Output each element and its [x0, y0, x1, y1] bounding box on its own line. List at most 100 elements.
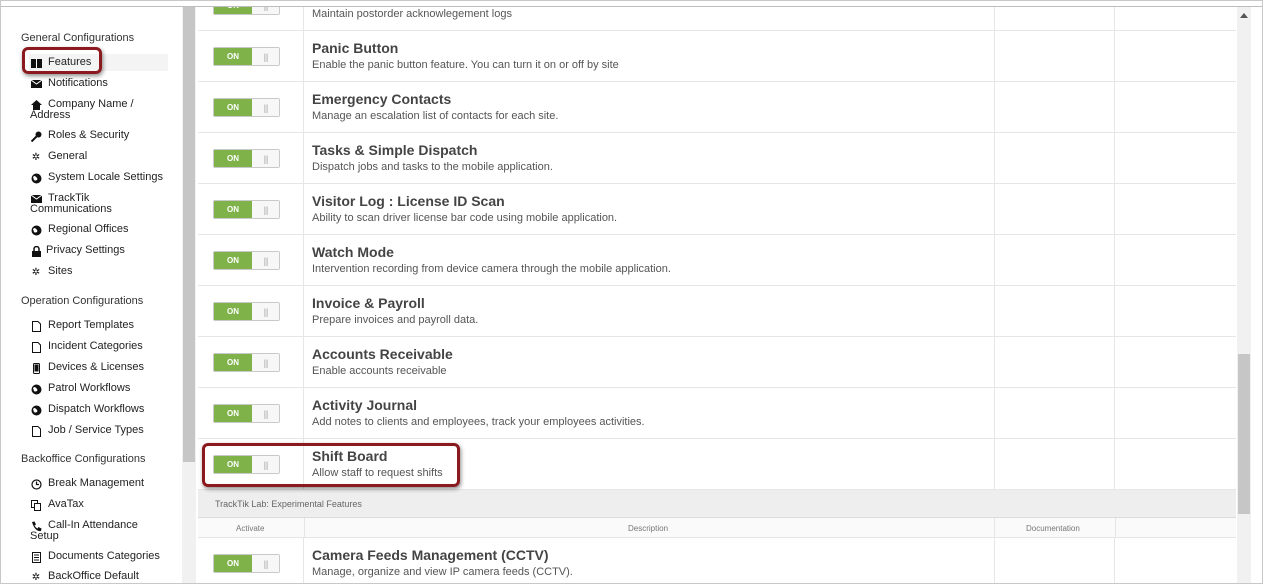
- emergency-contacts-toggle[interactable]: ON |||: [213, 98, 280, 117]
- sidebar-item-devices-licenses[interactable]: Devices & Licenses: [29, 361, 168, 374]
- activate-cell: ON|||: [198, 184, 304, 234]
- invoice-payroll-toggle[interactable]: ON |||: [213, 302, 280, 321]
- documentation-cell: [994, 235, 1115, 285]
- main-scrollbar-thumb[interactable]: [1238, 354, 1250, 514]
- feature-title: Emergency Contacts: [312, 91, 452, 107]
- camera-feeds-toggle[interactable]: ON |||: [213, 554, 280, 573]
- toggle-knob: |||: [252, 252, 279, 269]
- watch-mode-toggle[interactable]: ON |||: [213, 251, 280, 270]
- activate-cell: ON|||: [198, 388, 304, 438]
- lab-section-header: TrackTik Lab: Experimental Features: [198, 490, 1236, 518]
- activate-cell: ON|||: [198, 337, 304, 387]
- sidebar-item-privacy-settings[interactable]: Privacy Settings: [29, 245, 168, 257]
- home-icon: [30, 99, 42, 111]
- table-row: ON ||| Emergency Contacts Manage an escal…: [198, 82, 1236, 133]
- tasks-dispatch-toggle[interactable]: ON |||: [213, 149, 280, 168]
- envelope-icon: [30, 78, 42, 90]
- sidebar-item-general[interactable]: ✲ General: [29, 151, 168, 163]
- feature-description: Enable the panic button feature. You can…: [312, 59, 619, 71]
- toggle-on-label: ON: [214, 303, 252, 320]
- toggle-on-label: ON: [214, 99, 252, 116]
- toggle-knob: |||: [252, 405, 279, 422]
- documentation-cell: [994, 286, 1115, 336]
- highlight-shift-board: [202, 443, 460, 487]
- sidebar-item-label: BackOffice Default: [48, 570, 139, 582]
- sidebar-item-job-service-types[interactable]: Job / Service Types: [29, 425, 168, 437]
- sidebar-item-backoffice-default[interactable]: ✲ BackOffice Default: [29, 570, 168, 583]
- feature-description: Maintain postorder acknowlegement logs: [312, 8, 512, 20]
- sidebar-item-patrol-workflows[interactable]: Patrol Workflows: [29, 383, 168, 394]
- activate-cell: ON|||: [198, 133, 304, 183]
- features-table: ON||| Maintain postorder acknowlegement …: [198, 7, 1236, 583]
- activate-cell: ON|||: [198, 235, 304, 285]
- toggle-knob: |||: [252, 201, 279, 218]
- scroll-up-arrow-icon[interactable]: [1240, 13, 1248, 18]
- app-window: General Configurations Features Notifica…: [0, 0, 1263, 584]
- feature-description: Dispatch jobs and tasks to the mobile ap…: [312, 161, 553, 173]
- sidebar-item-call-in-attendance[interactable]: Call-In Attendance Setup: [29, 520, 168, 542]
- sidebar: General Configurations Features Notifica…: [2, 7, 182, 583]
- sidebar-item-label-line2: Communications: [30, 203, 112, 215]
- section-title-backoffice: Backoffice Configurations: [21, 453, 146, 465]
- sidebar-item-roles-security[interactable]: Roles & Security: [29, 130, 168, 142]
- activity-journal-toggle[interactable]: ON |||: [213, 404, 280, 423]
- sidebar-item-company-name[interactable]: Company Name / Address: [29, 99, 168, 121]
- sidebar-item-tracktik-communications[interactable]: TrackTik Communications: [29, 193, 168, 215]
- document-icon: [30, 425, 42, 437]
- sidebar-item-sites[interactable]: ✲ Sites: [29, 266, 168, 278]
- sidebar-item-label: Dispatch Workflows: [48, 403, 145, 415]
- activate-cell: ON|||: [198, 7, 304, 30]
- sidebar-item-label: Devices & Licenses: [48, 361, 144, 373]
- feature-title: Watch Mode: [312, 244, 394, 260]
- sidebar-item-dispatch-workflows[interactable]: Dispatch Workflows: [29, 404, 168, 415]
- visitor-log-toggle[interactable]: ON |||: [213, 200, 280, 219]
- feature-title: Tasks & Simple Dispatch: [312, 142, 478, 158]
- sidebar-item-label-line2: Address: [30, 109, 71, 121]
- document-icon: [30, 320, 42, 332]
- documentation-cell: [994, 538, 1115, 583]
- feature-description: Enable accounts receivable: [312, 365, 447, 377]
- sidebar-item-label: Regional Offices: [48, 223, 129, 235]
- feature-title: Panic Button: [312, 40, 399, 56]
- table-row: ON ||| Invoice & Payroll Prepare invoices…: [198, 286, 1236, 337]
- activate-cell: ON|||: [198, 82, 304, 132]
- sidebar-item-label: AvaTax: [48, 498, 84, 510]
- feature-toggle[interactable]: ON|||: [213, 7, 280, 15]
- column-divider: [994, 518, 995, 538]
- sidebar-item-avatax[interactable]: AvaTax: [29, 498, 168, 511]
- copy-icon: [30, 499, 42, 511]
- sidebar-item-label: Patrol Workflows: [48, 382, 131, 394]
- column-divider: [304, 518, 305, 538]
- feature-title: Accounts Receivable: [312, 346, 453, 362]
- toggle-on-label: ON: [214, 150, 252, 167]
- sidebar-item-documents-categories[interactable]: Documents Categories: [29, 551, 168, 563]
- sidebar-item-regional-offices[interactable]: Regional Offices: [29, 224, 168, 235]
- sidebar-item-notifications[interactable]: Notifications: [29, 78, 168, 89]
- feature-description: Prepare invoices and payroll data.: [312, 314, 479, 326]
- sidebar-item-label: System Locale Settings: [48, 171, 163, 183]
- lab-section-title: TrackTik Lab: Experimental Features: [215, 499, 362, 509]
- toggle-knob: |||: [252, 354, 279, 371]
- toggle-knob: |||: [252, 99, 279, 116]
- globe-icon: [30, 404, 42, 416]
- documentation-cell: [994, 439, 1115, 489]
- sidebar-item-report-templates[interactable]: Report Templates: [29, 320, 168, 332]
- phone-icon: [30, 520, 42, 532]
- feature-description: Add notes to clients and employees, trac…: [312, 416, 645, 428]
- panic-button-toggle[interactable]: ON |||: [213, 47, 280, 66]
- toggle-on-label: ON: [214, 354, 252, 371]
- globe-icon: [30, 383, 42, 395]
- activate-cell: ON|||: [198, 31, 304, 81]
- lock-icon: [30, 245, 42, 257]
- globe-icon: [30, 224, 42, 236]
- accounts-receivable-toggle[interactable]: ON |||: [213, 353, 280, 372]
- gear-icon: ✲: [31, 266, 41, 278]
- feature-description: Manage, organize and view IP camera feed…: [312, 566, 573, 578]
- feature-title: Activity Journal: [312, 397, 418, 413]
- main-scrollbar[interactable]: [1237, 7, 1251, 583]
- sidebar-item-incident-categories[interactable]: Incident Categories: [29, 341, 168, 353]
- sidebar-scrollbar-thumb[interactable]: [183, 7, 195, 462]
- sidebar-scrollbar[interactable]: [182, 7, 196, 583]
- sidebar-item-break-management[interactable]: Break Management: [29, 478, 168, 490]
- sidebar-item-system-locale[interactable]: System Locale Settings: [29, 172, 168, 183]
